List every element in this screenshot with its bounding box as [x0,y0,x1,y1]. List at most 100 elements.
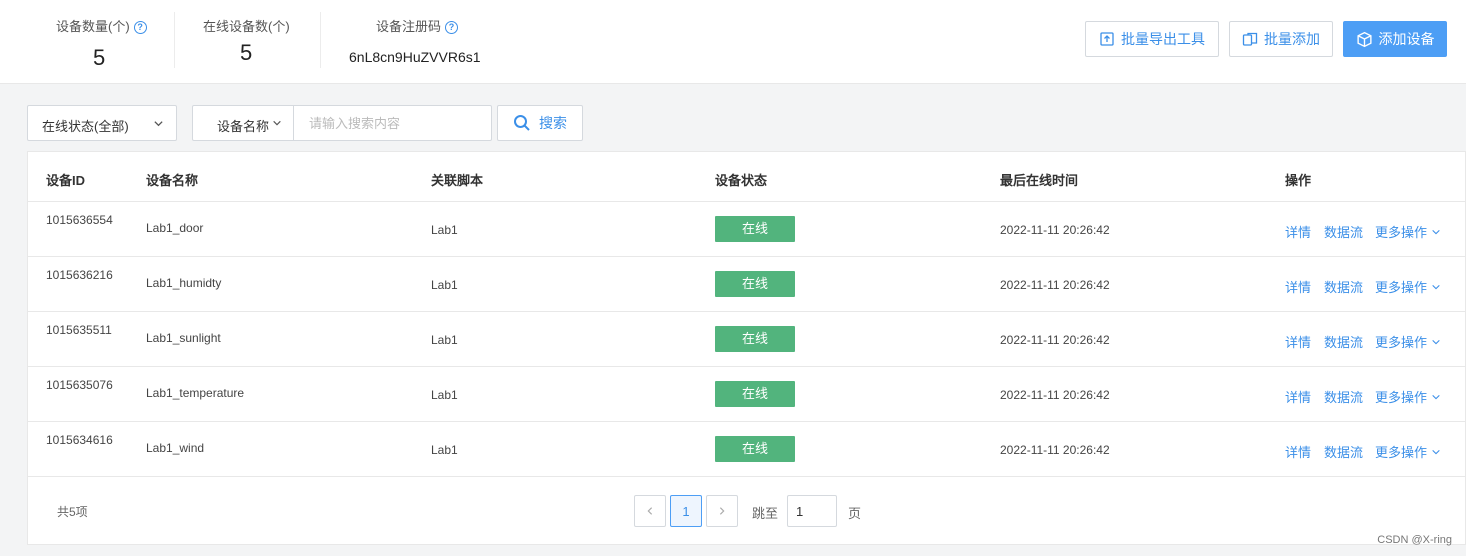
search-field-value: 设备名称 [217,119,270,134]
device-name: Lab1_sunlight [146,331,221,345]
col-header-status: 设备状态 [715,173,768,188]
status-filter-select[interactable]: 在线状态(全部) [27,105,177,141]
status-badge: 在线 [715,216,795,242]
batch-add-button[interactable]: 批量添加 [1229,21,1333,57]
detail-link[interactable]: 详情 [1285,442,1311,461]
search-group: 设备名称 [192,105,492,141]
more-actions-label: 更多操作 [1375,280,1428,295]
device-table: 设备ID 设备名称 关联脚本 设备状态 最后在线时间 操作 1015636554… [27,151,1466,545]
search-field-select[interactable]: 设备名称 [193,106,294,140]
more-actions-label: 更多操作 [1375,445,1428,460]
stat-label: 设备数量(个) [56,19,130,34]
divider [174,12,175,68]
jump-label: 跳至 [752,506,779,521]
page-number-button[interactable]: 1 [670,495,702,527]
status-filter-value: 在线状态(全部) [42,119,129,134]
batch-add-label: 批量添加 [1264,31,1320,47]
device-name: Lab1_wind [146,441,205,455]
table-row: 1015635076 Lab1_temperature Lab1 在线 2022-11-… [28,367,1465,422]
stat-value: 5 [240,40,253,65]
status-badge: 在线 [715,436,795,462]
page-suffix: 页 [848,506,862,521]
chevron-right-icon [719,507,725,515]
detail-link[interactable]: 详情 [1285,332,1311,351]
question-circle-icon[interactable]: ? [445,21,459,34]
chevron-down-icon [154,121,163,127]
export-tool-label: 批量导出工具 [1121,31,1205,47]
next-page-button[interactable] [706,495,738,527]
device-script: Lab1 [431,223,458,237]
last-online-time: 2022-11-11 20:26:42 [1000,223,1110,237]
device-script: Lab1 [431,333,458,347]
status-badge: 在线 [715,271,795,297]
data-stream-link[interactable]: 数据流 [1324,387,1363,406]
device-id: 1015636216 [46,268,113,282]
detail-link[interactable]: 详情 [1285,222,1311,241]
more-actions-dropdown[interactable]: 更多操作 [1375,442,1441,461]
more-actions-label: 更多操作 [1375,225,1428,240]
data-stream-link[interactable]: 数据流 [1324,222,1363,241]
chevron-left-icon [647,507,653,515]
more-actions-label: 更多操作 [1375,335,1428,350]
search-input[interactable] [295,106,491,140]
batch-add-icon [1242,32,1258,46]
stat-online-count: 在线设备数(个) 5 [203,0,303,84]
chevron-down-icon [1432,284,1440,290]
more-actions-dropdown[interactable]: 更多操作 [1375,332,1441,351]
detail-link[interactable]: 详情 [1285,277,1311,296]
col-header-script: 关联脚本 [431,173,484,188]
status-badge: 在线 [715,381,795,407]
stat-label: 在线设备数(个) [203,19,290,34]
table-row: 1015635511 Lab1_sunlight Lab1 在线 2022-11-11 … [28,312,1465,367]
status-badge: 在线 [715,326,795,352]
last-online-time: 2022-11-11 20:26:42 [1000,443,1110,457]
search-button[interactable]: 搜索 [497,105,583,141]
search-icon [514,115,530,131]
device-script: Lab1 [431,443,458,457]
prev-page-button[interactable] [634,495,666,527]
export-tool-button[interactable]: 批量导出工具 [1085,21,1219,57]
watermark: CSDN @X-ring [1377,534,1452,546]
chevron-down-icon [1432,229,1440,235]
col-header-id: 设备ID [46,173,86,188]
data-stream-link[interactable]: 数据流 [1324,442,1363,461]
stat-value: 5 [93,45,106,70]
search-label: 搜索 [539,115,567,131]
device-name: Lab1_humidty [146,276,222,290]
question-circle-icon[interactable]: ? [133,21,147,34]
divider [320,12,321,68]
more-actions-dropdown[interactable]: 更多操作 [1375,277,1441,296]
col-header-last-online: 最后在线时间 [1000,173,1079,188]
table-header: 设备ID 设备名称 关联脚本 设备状态 最后在线时间 操作 [28,152,1465,202]
device-id: 1015634616 [46,433,113,447]
table-row: 1015636554 Lab1_door Lab1 在线 2022-11-11 20:2… [28,202,1465,257]
total-count: 共5项 [57,505,88,519]
data-stream-link[interactable]: 数据流 [1324,332,1363,351]
add-device-button[interactable]: 添加设备 [1343,21,1447,57]
add-device-label: 添加设备 [1378,31,1435,47]
export-icon [1100,32,1114,46]
more-actions-dropdown[interactable]: 更多操作 [1375,387,1441,406]
last-online-time: 2022-11-11 20:26:42 [1000,333,1110,347]
stat-device-count: 设备数量(个)? 5 [56,0,166,84]
stat-label: 设备注册码 [376,19,442,34]
device-name: Lab1_door [146,221,204,235]
device-id: 1015636554 [46,213,113,227]
more-actions-label: 更多操作 [1375,390,1428,405]
stats-bar: 设备数量(个)? 5 在线设备数(个) 5 设备注册码? 6nL8cn9HuZV… [0,0,1466,84]
last-online-time: 2022-11-11 20:26:42 [1000,278,1110,292]
reg-code-value: 6nL8cn9HuZVVR6s1 [349,49,481,65]
cube-icon [1356,31,1372,47]
detail-link[interactable]: 详情 [1285,387,1311,406]
col-header-name: 设备名称 [146,173,199,188]
last-online-time: 2022-11-11 20:26:42 [1000,388,1110,402]
data-stream-link[interactable]: 数据流 [1324,277,1363,296]
chevron-down-icon [1432,339,1440,345]
table-row: 1015634616 Lab1_wind Lab1 在线 2022-11-11 20:2… [28,422,1465,477]
jump-page-input[interactable] [787,495,837,527]
chevron-down-icon [1432,449,1440,455]
chevron-down-icon [273,120,281,126]
more-actions-dropdown[interactable]: 更多操作 [1375,222,1441,241]
col-header-actions: 操作 [1285,173,1312,188]
device-name: Lab1_temperature [146,386,245,400]
